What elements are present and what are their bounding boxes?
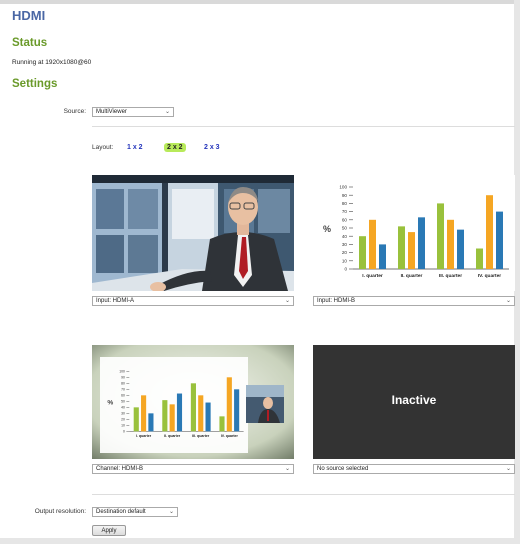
chevron-down-icon: ⌄ [505,466,511,472]
chevron-down-icon: ⌄ [505,298,511,304]
bar [496,211,503,269]
y-tick-label: 20 [342,250,348,255]
preview-tile-inactive: Inactive [313,345,515,459]
channel-bar-chart: 0 10 20 30 40 50 60 70 80 90 100% I. quarter II. qua… [107,369,244,438]
layout-option-1x2[interactable]: 1 x 2 [124,143,146,152]
source-select-value: MultiViewer [96,109,127,115]
presenter-image [92,175,294,291]
apply-button[interactable]: Apply [92,525,126,536]
y-tick-label: 50 [342,226,348,231]
bar [418,217,425,269]
bar [190,383,196,432]
bar [169,404,175,432]
x-tick-label: I. quarter [136,434,152,438]
x-tick-label: III. quarter [192,434,210,438]
tile-4-source-value: No source selected [317,466,369,472]
output-resolution-select[interactable]: Destination default ⌄ [92,507,178,517]
bar [486,195,493,269]
bar [198,395,204,432]
y-tick-label: 60 [121,394,125,398]
y-tick-label: 0 [123,430,125,434]
x-tick-label: I. quarter [362,273,383,279]
bar [457,229,464,269]
tile-3-source-value: Channel: HDMI-B [96,466,144,472]
bar [476,248,483,269]
y-tick-label: 90 [342,193,348,198]
y-tick-label: 100 [119,369,125,373]
bar [162,400,168,432]
y-tick-label: 0 [344,267,347,272]
x-tick-label: III. quarter [439,273,462,279]
bar [141,395,147,432]
y-tick-label: 70 [121,387,125,391]
tile-2-source-value: Input: HDMI-B [317,298,356,304]
y-tick-label: 30 [121,412,125,416]
source-label: Source: [63,108,86,115]
y-tick-label: 60 [342,217,348,222]
y-tick-label: 80 [121,381,125,385]
divider [92,494,515,495]
chevron-down-icon: ⌄ [168,509,174,515]
chevron-down-icon: ⌄ [164,109,170,115]
layout-option-2x2[interactable]: 2 x 2 [164,143,186,152]
source-select[interactable]: MultiViewer ⌄ [92,107,174,117]
bar [359,236,366,269]
output-resolution-value: Destination default [96,509,146,515]
layout-option-2x3[interactable]: 2 x 3 [201,143,223,152]
window-top-border [0,0,520,4]
x-tick-label: II. quarter [401,273,423,279]
layout-label: Layout: [92,144,114,151]
tile-1-source-select[interactable]: Input: HDMI-A ⌄ [92,296,294,306]
preview-tile-hdmi-b: 0 10 20 30 40 50 60 70 80 90 100% I. quarter II. qua… [313,175,515,291]
y-tick-label: 90 [121,375,125,379]
bar-chart: 0 10 20 30 40 50 60 70 80 90 100% I. quarter II. qua… [323,185,509,279]
y-tick-label: 70 [342,209,348,214]
tile-2-source-select[interactable]: Input: HDMI-B ⌄ [313,296,515,306]
y-tick-label: 80 [342,201,348,206]
y-tick-label: 40 [342,234,348,239]
status-heading: Status [12,37,48,49]
bar [148,413,154,432]
x-tick-label: IV. quarter [221,434,239,438]
output-resolution-label: Output resolution: [34,508,86,515]
bar [408,232,415,269]
bar [379,244,386,269]
tile-1-source-value: Input: HDMI-A [96,298,135,304]
y-tick-label: 20 [121,418,125,422]
bar [205,402,211,432]
x-tick-label: II. quarter [164,434,181,438]
bar [176,393,183,432]
bar [447,219,454,269]
bar [133,407,139,432]
inactive-label: Inactive [391,393,437,407]
preview-tile-channel-hdmi-b: 0 10 20 30 40 50 60 70 80 90 100% I. quarter II. qua… [92,345,294,459]
bar [398,226,405,269]
y-tick-label: 100 [339,185,347,190]
y-tick-label: 40 [121,406,125,410]
y-tick-label: 10 [342,258,348,263]
y-tick-label: 30 [342,242,348,247]
y-axis-label: % [107,399,113,406]
y-axis-label: % [323,224,331,234]
chevron-down-icon: ⌄ [284,466,290,472]
preview-tile-hdmi-a [92,175,294,291]
bar [226,377,232,432]
tile-4-source-select[interactable]: No source selected ⌄ [313,464,515,474]
tile-3-source-select[interactable]: Channel: HDMI-B ⌄ [92,464,294,474]
bar [219,416,225,432]
x-tick-label: IV. quarter [478,273,501,279]
bar [369,219,376,269]
settings-heading: Settings [12,78,58,90]
bar [234,389,240,432]
status-text: Running at 1920x1080@60 [12,59,92,66]
y-tick-label: 50 [121,400,125,404]
chevron-down-icon: ⌄ [284,298,290,304]
bar [437,203,444,269]
page-title: HDMI [12,8,46,23]
divider [92,126,515,127]
window-bottom-border [0,538,520,544]
y-tick-label: 10 [121,424,125,428]
